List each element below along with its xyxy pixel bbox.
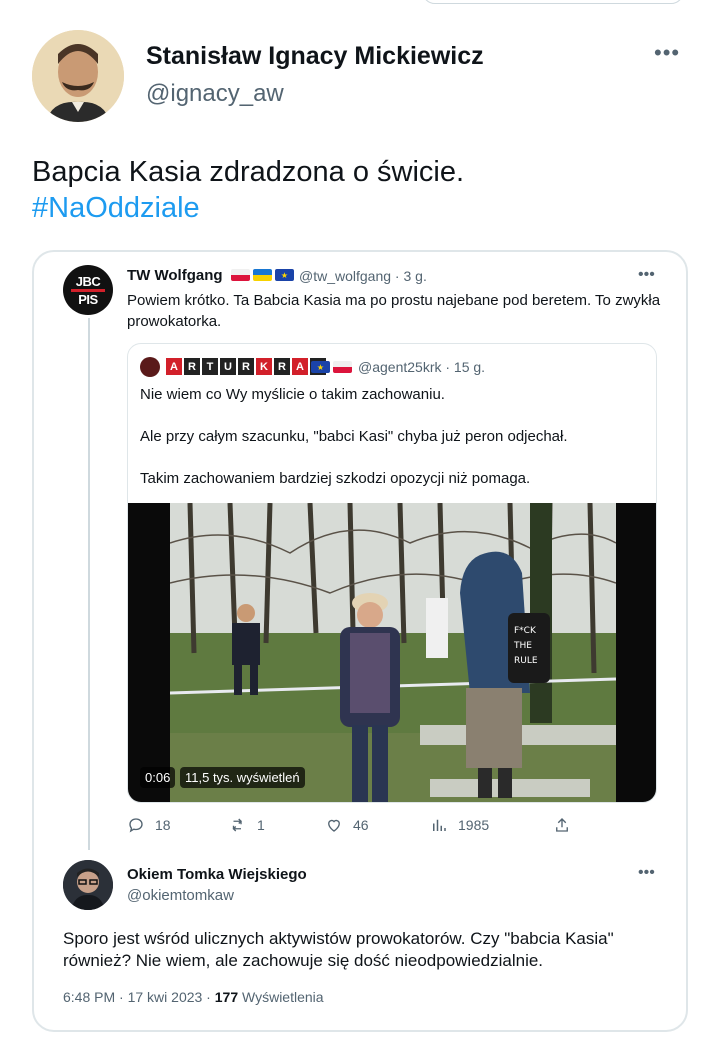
author-handle[interactable]: @ignacy_aw [146, 80, 284, 108]
final-author-handle[interactable]: @okiemtomkaw [127, 887, 234, 904]
reply-icon [129, 818, 143, 833]
tweet-text: Bapcia Kasia zdradzona o świcie. #NaOddz… [32, 154, 464, 226]
name-letter-tile: R [274, 358, 290, 375]
reply-text: Powiem krótko. Ta Babcia Kasia ma po pro… [127, 292, 661, 330]
views-count: 1985 [458, 817, 490, 833]
avatar-text-top: JBC [75, 273, 101, 289]
bag-sign-text: F*CK [514, 626, 537, 636]
quoted-tweet[interactable]: A R T U R K R A K ★ @agent25krk · 15 g. … [127, 343, 657, 803]
name-letter-tile: R [184, 358, 200, 375]
previous-tweet-pill [422, 0, 684, 4]
name-letter-tile: T [202, 358, 218, 375]
bag-sign-text: THE [513, 641, 532, 651]
quoted-paragraph: Nie wiem co Wy myślicie o takim zachowan… [140, 386, 445, 403]
share-action[interactable] [553, 816, 571, 834]
analytics-icon [433, 819, 446, 831]
final-view-label: Wyświetlenia [238, 989, 324, 1005]
bag-sign-text: RULE [514, 656, 538, 666]
name-letter-tile: R [238, 358, 254, 375]
share-icon [556, 818, 568, 832]
reply-count: 18 [155, 817, 171, 833]
quoted-author-name[interactable]: A R T U R K R A K [166, 358, 326, 375]
okiem-avatar[interactable] [63, 860, 113, 910]
reply-author-name[interactable]: TW Wolfgang [127, 267, 223, 284]
views-action[interactable]: 1985 [430, 816, 489, 834]
poland-flag-icon [231, 269, 250, 281]
final-tweet-text: Sporo jest wśród ulicznych aktywistów pr… [63, 929, 614, 970]
reply-more-icon[interactable]: ••• [638, 266, 655, 284]
final-view-count: 177 [214, 989, 239, 1005]
like-action[interactable]: 46 [325, 816, 369, 834]
tweet-body: Bapcia Kasia zdradzona o świcie. [32, 156, 465, 188]
video-duration: 0:06 [140, 767, 176, 788]
name-letter-tile: A [292, 358, 308, 375]
eu-flag-icon: ★ [311, 361, 330, 373]
heart-icon [328, 819, 340, 832]
name-letter-tile: K [256, 358, 272, 375]
final-more-icon[interactable]: ••• [638, 864, 655, 882]
reply-handle-time[interactable]: @tw_wolfgang · 3 g. [299, 268, 427, 284]
video-frame: F*CK THE RULE [170, 503, 616, 802]
poland-flag-icon [333, 361, 352, 373]
reply-author-avatar[interactable]: JBC PIS [63, 265, 113, 315]
final-tweet-meta: 6:48 PM · 17 kwi 2023 · 177 Wyświetlenia [63, 989, 324, 1005]
like-count: 46 [353, 817, 369, 833]
quoted-text: Nie wiem co Wy myślicie o takim zachowan… [140, 384, 650, 510]
video-views: 11,5 tys. wyświetleń [180, 767, 305, 788]
quoted-paragraph: Ale przy całym szacunku, "babci Kasi" ch… [140, 428, 568, 445]
ukraine-flag-icon [253, 269, 272, 281]
video-player[interactable]: F*CK THE RULE 0:06 11,5 tys. wyświetleń [128, 503, 656, 802]
reply-action[interactable]: 18 [127, 816, 171, 834]
final-timestamp[interactable]: 6:48 PM · 17 kwi 2023 · [63, 989, 215, 1005]
author-name[interactable]: Stanisław Ignacy Mickiewicz [146, 42, 484, 71]
final-author-name[interactable]: Okiem Tomka Wiejskiego [127, 866, 307, 883]
avatar-text-bottom: PIS [78, 291, 98, 307]
retweet-icon [232, 818, 242, 832]
quoted-author-avatar[interactable] [140, 357, 160, 377]
name-letter-tile: A [166, 358, 182, 375]
retweet-count: 1 [257, 817, 265, 833]
eu-flag-icon: ★ [275, 269, 294, 281]
retweet-action[interactable]: 1 [229, 816, 265, 834]
quoted-handle-time[interactable]: @agent25krk · 15 g. [358, 359, 485, 375]
reply-author-flags: ★ [231, 269, 294, 281]
name-letter-tile: U [220, 358, 236, 375]
author-avatar[interactable] [32, 30, 124, 122]
quoted-paragraph: Takim zachowaniem bardziej szkodzi opozy… [140, 470, 531, 487]
hashtag-link[interactable]: #NaOddziale [32, 190, 464, 226]
quoted-author-flags: ★ [311, 361, 352, 373]
more-options-icon[interactable]: ••• [654, 40, 680, 66]
action-bar: 18 1 46 1985 [127, 816, 577, 836]
thread-line [88, 318, 90, 850]
